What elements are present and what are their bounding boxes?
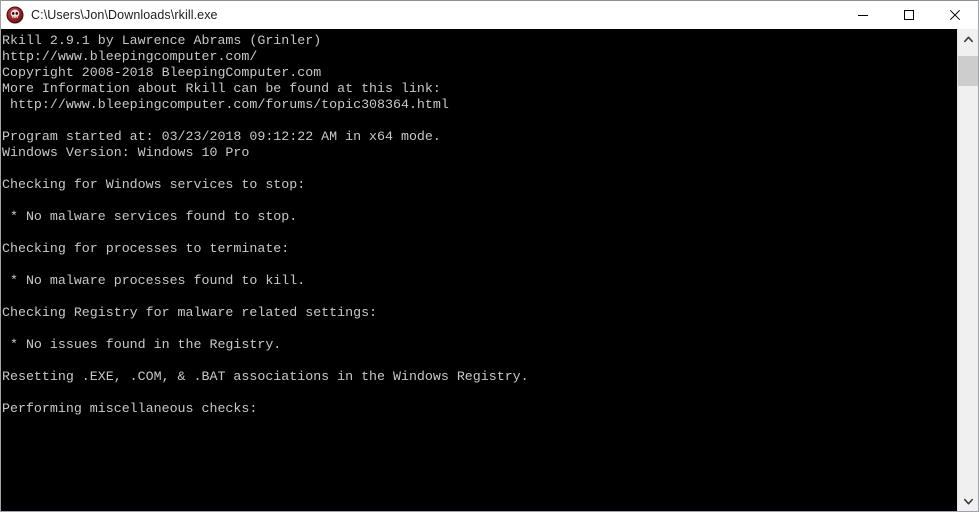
window-controls (840, 1, 978, 29)
title-bar[interactable]: C:\Users\Jon\Downloads\rkill.exe (1, 1, 978, 29)
scrollbar-down-button[interactable] (958, 491, 978, 511)
maximize-button[interactable] (886, 1, 932, 29)
vertical-scrollbar[interactable] (957, 29, 978, 511)
console-output-area[interactable]: Rkill 2.9.1 by Lawrence Abrams (Grinler)… (1, 29, 957, 511)
console-body: Rkill 2.9.1 by Lawrence Abrams (Grinler)… (1, 29, 978, 511)
rkill-app-icon (6, 6, 24, 24)
scrollbar-up-button[interactable] (958, 29, 978, 49)
scrollbar-thumb[interactable] (958, 56, 978, 86)
minimize-button[interactable] (840, 1, 886, 29)
console-output-text: Rkill 2.9.1 by Lawrence Abrams (Grinler)… (2, 33, 529, 416)
console-window: C:\Users\Jon\Downloads\rkill.exe Rkill 2… (0, 0, 979, 512)
close-button[interactable] (932, 1, 978, 29)
scrollbar-track[interactable] (958, 49, 978, 491)
window-title: C:\Users\Jon\Downloads\rkill.exe (31, 8, 218, 22)
